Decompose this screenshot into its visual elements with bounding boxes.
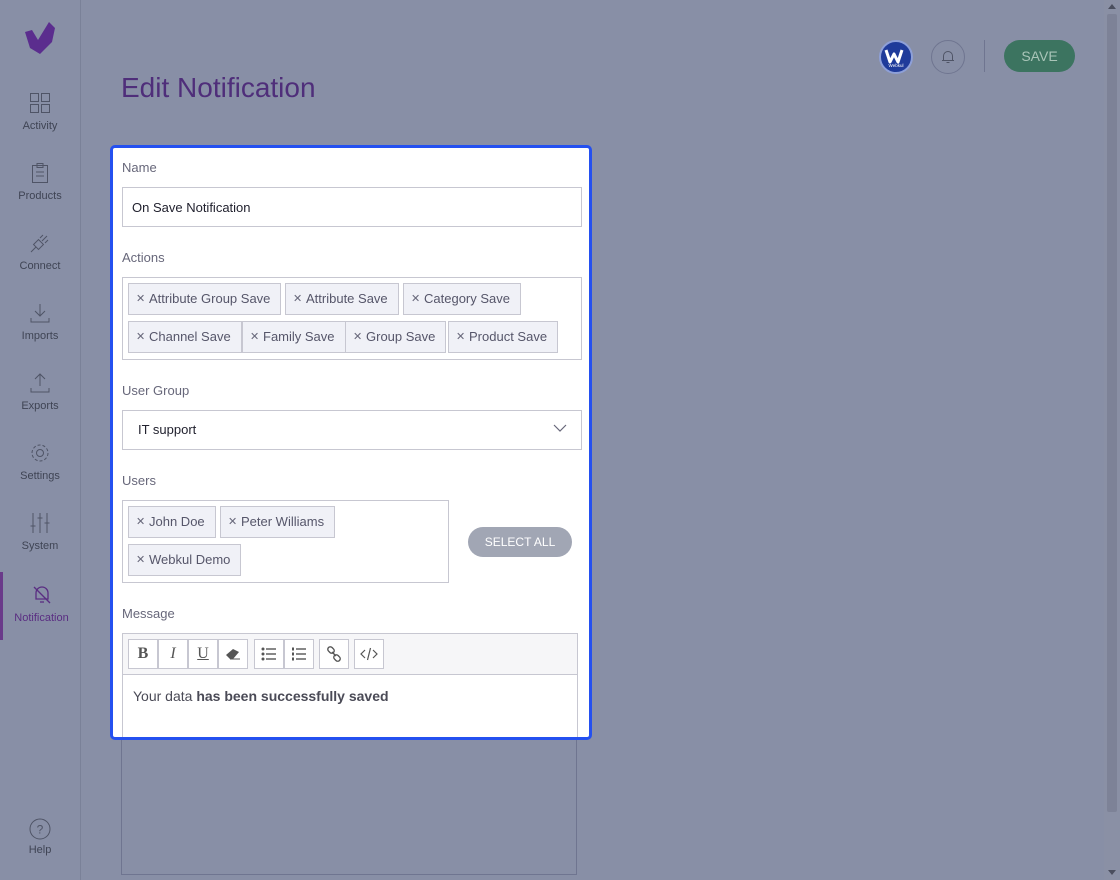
action-tag[interactable]: ✕ Product Save bbox=[448, 321, 559, 353]
gear-icon bbox=[31, 444, 49, 462]
sidebar-item-notification[interactable]: Notification bbox=[0, 572, 80, 640]
dashboard-icon bbox=[30, 93, 50, 113]
sidebar-item-label: System bbox=[21, 540, 59, 552]
remove-tag-icon[interactable]: ✕ bbox=[136, 545, 145, 575]
italic-icon[interactable]: I bbox=[158, 639, 188, 669]
sidebar-item-label: Connect bbox=[19, 260, 61, 272]
action-tag[interactable]: ✕ Attribute Save bbox=[285, 283, 399, 315]
remove-tag-icon[interactable]: ✕ bbox=[136, 507, 145, 537]
notifications-button[interactable] bbox=[931, 40, 965, 74]
actions-label: Actions bbox=[122, 250, 165, 265]
help-link[interactable]: ? Help bbox=[0, 818, 80, 856]
name-input[interactable] bbox=[122, 187, 582, 227]
message-editor[interactable]: B I U Your data has been successfully sa… bbox=[122, 633, 578, 737]
bell-icon bbox=[942, 51, 954, 63]
bulleted-list-icon[interactable] bbox=[254, 639, 284, 669]
action-tag[interactable]: ✕ Channel Save bbox=[128, 321, 242, 353]
user-group-label: User Group bbox=[122, 383, 190, 398]
message-editor-overflow bbox=[121, 738, 577, 875]
sidebar-item-activity[interactable]: Activity bbox=[0, 92, 80, 162]
webkul-logo-icon: Webkul bbox=[884, 49, 904, 68]
user-tag[interactable]: ✕ John Doe bbox=[128, 506, 216, 538]
remove-tag-icon[interactable]: ✕ bbox=[136, 284, 145, 314]
users-multiselect[interactable]: ✕ John Doe ✕ Peter Williams ✕ Webkul Demo bbox=[122, 500, 449, 583]
sidebar-item-connect[interactable]: Connect bbox=[0, 232, 80, 302]
page-title: Edit Notification bbox=[121, 72, 316, 103]
upload-icon bbox=[30, 373, 50, 393]
akeneo-logo[interactable] bbox=[22, 20, 58, 56]
sliders-icon bbox=[30, 513, 50, 533]
sidebar: Activity Products Connect Imports Export… bbox=[0, 0, 81, 880]
name-label: Name bbox=[122, 160, 157, 175]
remove-tag-icon[interactable]: ✕ bbox=[293, 284, 302, 314]
sidebar-item-exports[interactable]: Exports bbox=[0, 372, 80, 442]
actions-multiselect[interactable]: ✕ Attribute Group Save ✕ Attribute Save ✕ C… bbox=[122, 277, 582, 360]
sidebar-item-imports[interactable]: Imports bbox=[0, 302, 80, 372]
user-group-value: IT support bbox=[138, 422, 197, 437]
action-tag-label: Group Save bbox=[366, 329, 436, 344]
sidebar-item-label: Notification bbox=[14, 612, 69, 624]
download-icon bbox=[30, 304, 50, 323]
user-tag-label: Webkul Demo bbox=[149, 552, 231, 567]
notification-form-panel: Name Actions ✕ Attribute Group Save ✕ Attr… bbox=[110, 145, 592, 740]
underline-icon[interactable]: U bbox=[188, 639, 218, 669]
action-tag-label: Family Save bbox=[263, 329, 335, 344]
plug-icon bbox=[30, 234, 49, 253]
action-tag-label: Attribute Group Save bbox=[149, 291, 271, 306]
help-label: Help bbox=[28, 844, 52, 856]
sidebar-item-products[interactable]: Products bbox=[0, 162, 80, 232]
message-text-plain: Your data bbox=[133, 688, 197, 704]
action-tag[interactable]: ✕ Category Save bbox=[403, 283, 521, 315]
message-label: Message bbox=[122, 606, 175, 621]
scroll-down-arrow-icon[interactable] bbox=[1108, 870, 1116, 875]
eraser-icon[interactable] bbox=[218, 639, 248, 669]
action-tag-label: Product Save bbox=[469, 329, 548, 344]
message-text-bold: has been successfully saved bbox=[196, 688, 389, 704]
help-icon: ? bbox=[29, 818, 51, 840]
scroll-up-arrow-icon[interactable] bbox=[1108, 4, 1116, 9]
user-tag[interactable]: ✕ Peter Williams bbox=[220, 506, 336, 538]
action-tag-label: Channel Save bbox=[149, 329, 231, 344]
sidebar-item-label: Products bbox=[18, 190, 62, 202]
header-divider bbox=[984, 40, 985, 72]
message-content[interactable]: Your data has been successfully saved bbox=[133, 688, 389, 704]
user-tag-label: Peter Williams bbox=[241, 514, 325, 529]
remove-tag-icon[interactable]: ✕ bbox=[136, 322, 145, 352]
action-tag[interactable]: ✕ Group Save bbox=[345, 321, 447, 353]
sidebar-item-label: Settings bbox=[20, 470, 60, 482]
numbered-list-icon[interactable] bbox=[284, 639, 314, 669]
user-tag[interactable]: ✕ Webkul Demo bbox=[128, 544, 242, 576]
sidebar-item-label: Exports bbox=[21, 400, 59, 412]
editor-toolbar: B I U bbox=[123, 634, 577, 675]
notification-icon bbox=[33, 586, 51, 604]
remove-tag-icon[interactable]: ✕ bbox=[353, 322, 362, 352]
users-label: Users bbox=[122, 473, 156, 488]
action-tag[interactable]: ✕ Family Save bbox=[242, 321, 346, 353]
sidebar-item-settings[interactable]: Settings bbox=[0, 442, 80, 512]
avatar[interactable]: Webkul bbox=[879, 40, 913, 74]
remove-tag-icon[interactable]: ✕ bbox=[250, 322, 259, 352]
action-tag-label: Category Save bbox=[424, 291, 510, 306]
chevron-down-icon bbox=[553, 424, 567, 432]
save-button[interactable]: SAVE bbox=[1004, 40, 1075, 72]
user-tag-label: John Doe bbox=[149, 514, 205, 529]
sidebar-item-label: Imports bbox=[21, 330, 59, 342]
bold-icon[interactable]: B bbox=[128, 639, 158, 669]
link-icon[interactable] bbox=[319, 639, 349, 669]
scrollbar-thumb[interactable] bbox=[1107, 14, 1117, 812]
action-tag[interactable]: ✕ Attribute Group Save bbox=[128, 283, 282, 315]
avatar-text: Webkul bbox=[889, 63, 904, 68]
remove-tag-icon[interactable]: ✕ bbox=[411, 284, 420, 314]
remove-tag-icon[interactable]: ✕ bbox=[456, 322, 465, 352]
code-view-icon[interactable] bbox=[354, 639, 384, 669]
user-group-select[interactable]: IT support bbox=[122, 410, 582, 450]
clipboard-icon bbox=[32, 163, 48, 183]
sidebar-item-label: Activity bbox=[22, 120, 58, 132]
remove-tag-icon[interactable]: ✕ bbox=[228, 507, 237, 537]
action-tag-label: Attribute Save bbox=[306, 291, 388, 306]
svg-text:?: ? bbox=[37, 823, 44, 837]
select-all-button[interactable]: SELECT ALL bbox=[468, 527, 572, 557]
